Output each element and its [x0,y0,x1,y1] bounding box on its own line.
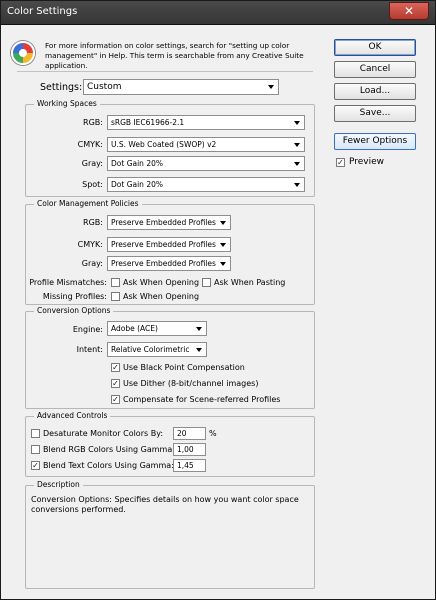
desaturate-label: Desaturate Monitor Colors By: [43,429,164,438]
mismatch-label: Profile Mismatches: [29,278,107,287]
ask-opening-checkbox[interactable] [111,278,120,287]
close-button[interactable]: ✕ [389,2,429,20]
chevron-down-icon [220,262,226,266]
description-title: Description [34,480,83,489]
policy-rgb-value: Preserve Embedded Profiles [111,218,216,227]
chevron-down-icon [294,162,300,166]
policy-cmyk-label: CMYK: [77,240,103,249]
missing-ask-opening-checkbox[interactable] [111,292,120,301]
policy-cmyk-value: Preserve Embedded Profiles [111,240,216,249]
fewer-options-button[interactable]: Fewer Options [334,133,416,150]
ask-pasting-label: Ask When Pasting [214,278,286,287]
blend-text-label: Blend Text Colors Using Gamma: [43,461,174,470]
chevron-down-icon [294,143,300,147]
ws-spot-value: Dot Gain 20% [111,180,163,189]
settings-select[interactable]: Custom [83,79,279,95]
policy-gray-value: Preserve Embedded Profiles [111,259,216,268]
chevron-down-icon [294,121,300,125]
blend-text-field[interactable]: 1,45 [173,459,206,472]
chevron-down-icon [294,183,300,187]
separator [17,71,313,72]
policy-rgb-select[interactable]: Preserve Embedded Profiles [107,215,231,230]
description-text: Conversion Options: Specifies details on… [31,495,299,514]
ws-cmyk-select[interactable]: U.S. Web Coated (SWOP) v2 [107,137,305,152]
dither-checkbox[interactable]: ✓ [111,379,120,388]
dither-label: Use Dither (8-bit/channel images) [123,379,259,388]
advanced-title: Advanced Controls [34,411,111,420]
ws-spot-select[interactable]: Dot Gain 20% [107,177,305,192]
engine-select[interactable]: Adobe (ACE) [107,321,207,336]
compensate-label: Compensate for Scene-referred Profiles [123,395,281,404]
color-wheel-icon [11,41,35,65]
color-settings-dialog: Color Settings ✕ For more information on… [0,0,436,600]
ws-cmyk-label: CMYK: [77,140,103,149]
ws-rgb-value: sRGB IEC61966-2.1 [111,118,185,127]
chevron-down-icon [268,85,274,89]
ask-pasting-checkbox[interactable] [202,278,211,287]
blend-rgb-field[interactable]: 1,00 [173,443,206,456]
chevron-down-icon [220,243,226,247]
blend-text-checkbox[interactable]: ✓ [31,461,40,470]
info-text: For more information on color settings, … [45,41,304,70]
settings-label: Settings: [40,82,83,93]
engine-value: Adobe (ACE) [111,324,158,333]
policy-gray-select[interactable]: Preserve Embedded Profiles [107,256,231,271]
ws-gray-label: Gray: [81,159,103,168]
blend-rgb-checkbox[interactable] [31,445,40,454]
bpc-label: Use Black Point Compensation [123,363,245,372]
preview-label: Preview [349,157,385,167]
ws-gray-value: Dot Gain 20% [111,159,163,168]
chevron-down-icon [220,221,226,225]
ok-button[interactable]: OK [334,39,416,56]
ws-gray-select[interactable]: Dot Gain 20% [107,156,305,171]
ws-spot-label: Spot: [82,180,103,189]
preview-checkbox[interactable]: ✓ [336,158,345,167]
cancel-button[interactable]: Cancel [334,61,416,78]
working-spaces-title: Working Spaces [34,99,100,108]
intent-select[interactable]: Relative Colorimetric [107,342,207,357]
ws-rgb-label: RGB: [83,118,103,127]
compensate-checkbox[interactable]: ✓ [111,395,120,404]
load-button[interactable]: Load... [334,83,416,100]
settings-value: Custom [87,82,122,92]
missing-label: Missing Profiles: [42,292,107,301]
chevron-down-icon [196,327,202,331]
window-title: Color Settings [7,6,78,17]
engine-label: Engine: [72,325,103,334]
policy-gray-label: Gray: [81,259,103,268]
close-icon: ✕ [403,4,415,18]
ws-cmyk-value: U.S. Web Coated (SWOP) v2 [111,140,217,149]
missing-ask-opening-label: Ask When Opening [123,292,200,301]
chevron-down-icon [196,348,202,352]
intent-label: Intent: [76,345,103,354]
conversion-title: Conversion Options [34,306,114,315]
ws-rgb-select[interactable]: sRGB IEC61966-2.1 [107,115,305,130]
bpc-checkbox[interactable]: ✓ [111,363,120,372]
save-button[interactable]: Save... [334,105,416,122]
blend-rgb-label: Blend RGB Colors Using Gamma: [43,445,175,454]
intent-value: Relative Colorimetric [111,345,190,354]
desaturate-field[interactable]: 20 [173,427,206,440]
policies-title: Color Management Policies [34,199,142,208]
desaturate-unit: % [209,429,217,438]
ask-opening-label: Ask When Opening [123,278,200,287]
title-bar: Color Settings ✕ [1,1,435,25]
policy-rgb-label: RGB: [83,218,103,227]
desaturate-checkbox[interactable] [31,429,40,438]
policy-cmyk-select[interactable]: Preserve Embedded Profiles [107,237,231,252]
